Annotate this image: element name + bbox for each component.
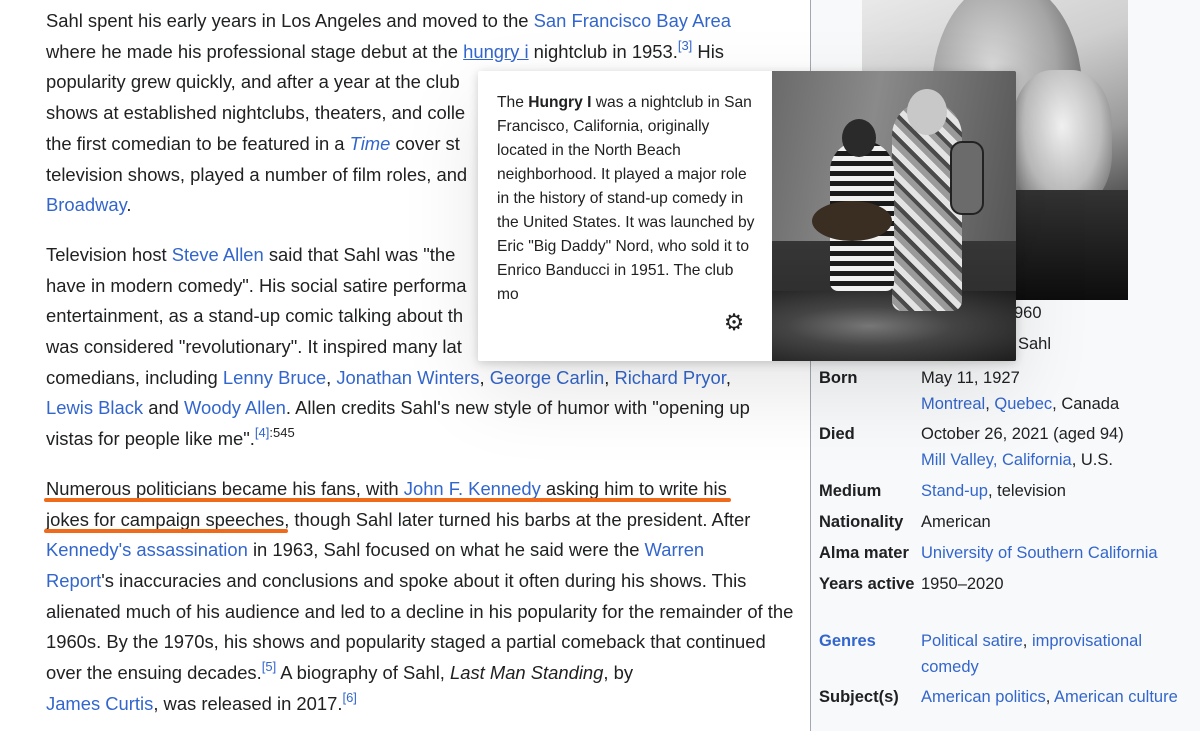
link-steve-allen[interactable]: Steve Allen xyxy=(172,244,264,265)
text: A biography of Sahl, xyxy=(276,662,451,684)
infobox-name: Sahl xyxy=(1018,335,1052,353)
text: was considered "revolutionary". It inspi… xyxy=(46,336,462,358)
infobox-label: Nationality xyxy=(819,513,904,531)
link-hungry-i[interactable]: hungry i xyxy=(463,41,528,62)
text: . xyxy=(126,194,132,216)
link-lenny-bruce[interactable]: Lenny Bruce xyxy=(223,367,326,388)
infobox-label: Medium xyxy=(819,482,882,500)
text: and xyxy=(143,397,185,419)
text: , though Sahl later turned his barbs at … xyxy=(284,508,751,530)
infobox-label: Alma mater xyxy=(819,544,909,562)
link-genres-label[interactable]: Genres xyxy=(819,629,917,655)
link-quebec[interactable]: Quebec xyxy=(994,395,1052,413)
link-woody-allen[interactable]: Woody Allen xyxy=(184,397,286,418)
link-usc[interactable]: University of Southern California xyxy=(921,544,1158,562)
infobox-row-subjects: Subject(s) American politics, American c… xyxy=(819,685,1179,731)
book-title: Last Man Standing xyxy=(450,662,604,684)
underlined-text: jokes for campaign speeches xyxy=(46,509,284,530)
gear-icon[interactable]: ⚙ xyxy=(722,310,746,334)
link-jonathan-winters[interactable]: Jonathan Winters xyxy=(336,367,479,388)
text: Television host xyxy=(46,243,172,265)
citation-4[interactable]: [4] xyxy=(255,425,269,440)
underlined-text: Numerous politicians became his fans, wi… xyxy=(46,478,727,499)
infobox-row-medium: Medium Stand-up, television xyxy=(819,479,1179,505)
infobox-value: American politics, American culture xyxy=(921,688,1178,706)
text: , xyxy=(326,366,337,388)
text: shows at established nightclubs, theater… xyxy=(46,102,466,124)
link-american-culture[interactable]: American culture xyxy=(1054,688,1178,706)
infobox-row-born: Born May 11, 1927 Montreal, Quebec, Canad… xyxy=(819,366,1179,416)
citation-5[interactable]: [5] xyxy=(262,659,276,674)
text: cover st xyxy=(390,132,460,154)
text: in 1963, Sahl focused on what he said we… xyxy=(247,539,645,561)
text: nightclub in 1953. xyxy=(528,40,678,62)
text: with xyxy=(360,477,404,499)
link-kennedy-assassination[interactable]: Kennedy's assassination xyxy=(46,539,248,560)
text: , xyxy=(479,366,490,388)
infobox-value: Stand-up, television xyxy=(921,482,1066,500)
link-san-francisco-bay-area[interactable]: San Francisco Bay Area xyxy=(534,10,731,31)
citation-6[interactable]: [6] xyxy=(342,690,356,705)
infobox-value: American xyxy=(921,513,991,531)
infobox-label: Died xyxy=(819,425,855,443)
text: , xyxy=(725,366,731,388)
text: , xyxy=(604,366,615,388)
link-james-curtis[interactable]: James Curtis xyxy=(46,693,153,714)
text: the first comedian to be featured in a xyxy=(46,132,350,154)
link-warren-report[interactable]: Report xyxy=(46,570,101,591)
infobox-row-died: Died October 26, 2021 (aged 94) Mill Vall… xyxy=(819,422,1179,472)
text: , by xyxy=(603,662,634,684)
infobox-value: October 26, 2021 (aged 94) Mill Valley, C… xyxy=(921,425,1124,469)
citation-page: :545 xyxy=(269,425,295,441)
link-stand-up[interactable]: Stand-up xyxy=(921,482,988,500)
link-warren-report[interactable]: Warren xyxy=(645,539,705,560)
text: The xyxy=(497,94,529,111)
image-caption-year: 960 xyxy=(1014,304,1042,322)
infobox-row-years-active: Years active 1950–2020 xyxy=(819,572,1179,624)
text: have in modern comedy". His social satir… xyxy=(46,274,467,296)
infobox-label: Subject(s) xyxy=(819,688,899,706)
text: , was released in 2017. xyxy=(153,692,343,714)
infobox-row-alma-mater: Alma mater University of Southern Califo… xyxy=(819,541,1179,567)
text: Numerous politicians became his fans, xyxy=(46,477,361,499)
infobox-label: Born xyxy=(819,369,858,387)
link-political-satire[interactable]: Political satire xyxy=(921,632,1023,650)
preview-thumbnail[interactable] xyxy=(772,71,1016,361)
link-mill-valley[interactable]: Mill Valley, California xyxy=(921,451,1072,469)
preview-title: Hungry I xyxy=(528,94,592,111)
link-lewis-black[interactable]: Lewis Black xyxy=(46,397,143,418)
text: comedians, including xyxy=(46,366,223,388)
text: asking him to write his xyxy=(540,477,727,499)
link-american-politics[interactable]: American politics xyxy=(921,688,1046,706)
text: Sahl spent his early years in Los Angele… xyxy=(46,10,534,31)
text: television shows, played a number of fil… xyxy=(46,163,468,185)
text: entertainment, as a stand-up comic talki… xyxy=(46,305,464,327)
infobox-value: University of Southern California xyxy=(921,541,1179,567)
citation-3[interactable]: [3] xyxy=(678,38,692,53)
link-montreal[interactable]: Montreal xyxy=(921,395,985,413)
infobox-row-genres: Genres Political satire, improvisational… xyxy=(819,629,1179,681)
infobox-row-nationality: Nationality American xyxy=(819,510,1179,536)
infobox-value: 1950–2020 xyxy=(921,575,1004,593)
infobox-value: Political satire, improvisational comedy xyxy=(921,632,1143,676)
link-john-f-kennedy[interactable]: John F. Kennedy xyxy=(404,478,541,499)
link-time[interactable]: Time xyxy=(350,133,391,154)
text: where he made his professional stage deb… xyxy=(46,40,464,62)
text: said that Sahl was "the xyxy=(263,243,456,265)
link-george-carlin[interactable]: George Carlin xyxy=(490,367,604,388)
text: was a nightclub in San Francisco, Califo… xyxy=(497,94,755,303)
preview-extract[interactable]: The Hungry I was a nightclub in San Fran… xyxy=(497,91,759,307)
link-broadway[interactable]: Broadway xyxy=(46,194,126,215)
infobox-label: Years active xyxy=(819,575,915,593)
text-fade xyxy=(658,279,768,309)
text: jokes for campaign speeches xyxy=(46,508,285,530)
page-preview-popup[interactable]: The Hungry I was a nightclub in San Fran… xyxy=(478,71,1016,361)
infobox-value: May 11, 1927 Montreal, Quebec, Canada xyxy=(921,369,1120,413)
paragraph-politics: Numerous politicians became his fans, wi… xyxy=(46,474,801,720)
link-richard-pryor[interactable]: Richard Pryor xyxy=(614,367,725,388)
